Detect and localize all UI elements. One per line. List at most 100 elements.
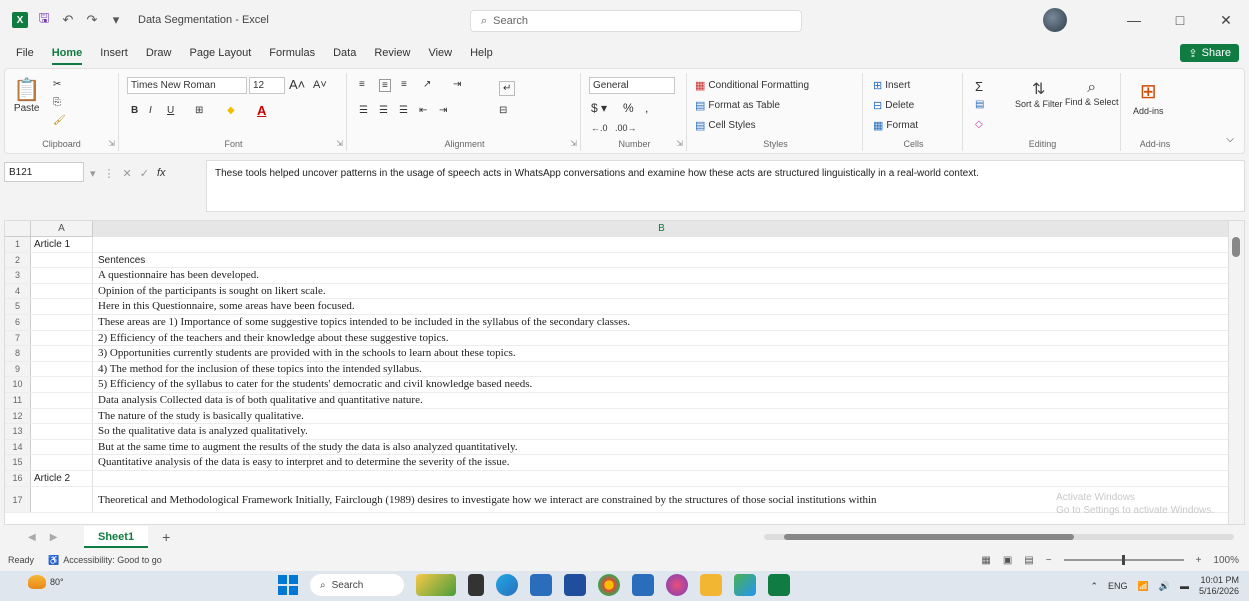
merge-center-icon[interactable]: ⊟ [499,105,507,116]
cell-a[interactable]: Article 1 [31,237,93,252]
cell-a[interactable] [31,283,93,299]
cell-b[interactable]: Quantitative analysis of the data is eas… [93,455,1230,470]
store-icon[interactable] [564,574,586,596]
file-explorer-icon[interactable] [700,574,722,596]
percent-icon[interactable]: % [623,101,634,115]
cell-b[interactable]: A questionnaire has been developed. [93,268,1230,283]
row-header[interactable]: 16 [5,470,31,486]
dialog-launcher-icon[interactable]: ⇲ [570,139,577,148]
vertical-scrollbar[interactable] [1228,221,1244,524]
font-color-icon[interactable]: A [257,103,266,118]
row-header[interactable]: 6 [5,314,31,330]
page-break-view-icon[interactable]: ▤ [1024,555,1033,566]
borders-icon[interactable]: ⊞ [195,105,203,116]
decrease-indent-icon[interactable]: ⇤ [419,105,427,116]
tab-help[interactable]: Help [470,43,493,63]
tab-insert[interactable]: Insert [100,43,128,63]
customize-qat-icon[interactable]: ▾ [108,12,124,28]
addins-button[interactable]: ⊞ Add-ins [1133,79,1164,116]
cell-a[interactable] [31,268,93,283]
align-right-icon[interactable]: ☰ [399,105,408,116]
next-sheet-icon[interactable]: ▶ [50,532,58,543]
insert-cells-button[interactable]: ⊞ Insert [873,79,910,92]
align-middle-icon[interactable]: ≡ [379,79,391,92]
comma-icon[interactable]: , [645,101,648,115]
restore-button[interactable]: □ [1157,0,1203,40]
horizontal-scrollbar[interactable] [764,534,1234,540]
cell-a[interactable] [31,252,93,268]
name-box-dropdown-icon[interactable]: ▾ [90,167,96,180]
name-box[interactable]: B121 [4,162,84,182]
paint-icon[interactable] [734,574,756,596]
underline-icon[interactable]: U [167,105,174,116]
fill-color-icon[interactable]: ◆ [227,105,235,116]
wrap-text-icon[interactable]: ↵ [499,81,516,96]
zoom-out-icon[interactable]: − [1046,555,1052,566]
row-header[interactable]: 4 [5,283,31,299]
tab-view[interactable]: View [428,43,452,63]
formula-input[interactable]: These tools helped uncover patterns in t… [206,160,1245,212]
taskbar-search[interactable]: ⌕ Search [310,574,404,596]
cell-b[interactable]: Data analysis Collected data is of both … [93,393,1230,408]
format-as-table-button[interactable]: ▤ Format as Table [695,99,780,112]
row-header[interactable]: 9 [5,361,31,377]
cell-b[interactable] [93,471,1230,486]
align-center-icon[interactable]: ☰ [379,105,388,116]
teams-icon[interactable] [632,574,654,596]
select-all-button[interactable] [5,221,31,237]
align-bottom-icon[interactable]: ≡ [401,79,407,90]
share-button[interactable]: ⇪ Share [1180,44,1239,62]
paste-button[interactable]: 📋 Paste [13,77,40,114]
horizontal-scroll-thumb[interactable] [784,534,1074,540]
volume-icon[interactable]: 🔊 [1159,581,1170,592]
tab-page-layout[interactable]: Page Layout [189,43,251,63]
language-indicator[interactable]: ENG [1108,581,1128,591]
vertical-scroll-thumb[interactable] [1232,237,1240,257]
add-sheet-button[interactable]: + [162,529,170,545]
save-icon[interactable]: 🖫 [36,10,52,28]
dialog-launcher-icon[interactable]: ⇲ [336,139,343,148]
cell-a[interactable] [31,346,93,361]
cell-a[interactable] [31,314,93,330]
align-top-icon[interactable]: ≡ [359,79,365,90]
row-header[interactable]: 10 [5,377,31,392]
increase-indent-icon[interactable]: ⇥ [439,105,447,116]
normal-view-icon[interactable]: ▦ [981,555,990,566]
row-header[interactable]: 11 [5,392,31,408]
indent-icon[interactable]: ⇥ [453,79,461,90]
orientation-icon[interactable]: ↗ [423,79,431,90]
row-header[interactable]: 7 [5,330,31,346]
sort-filter-button[interactable]: ⇅ Sort & Filter [1015,79,1063,109]
bold-icon[interactable]: B [131,105,138,116]
zoom-slider[interactable] [1063,555,1184,565]
undo-icon[interactable]: ↶ [60,12,76,28]
align-left-icon[interactable]: ☰ [359,105,368,116]
excel-taskbar-icon[interactable] [768,574,790,596]
cell-b[interactable]: 4) The method for the inclusion of these… [93,362,1230,377]
find-select-button[interactable]: ⌕ Find & Select [1065,79,1119,107]
cell-b[interactable]: Opinion of the participants is sought on… [93,284,1230,299]
cell-b[interactable]: These areas are 1) Importance of some su… [93,315,1230,330]
currency-icon[interactable]: $ ▾ [591,101,607,115]
cell-a[interactable] [31,455,93,470]
column-header-b[interactable]: B [93,221,1230,237]
increase-font-icon[interactable]: A˄ [289,77,305,92]
fill-icon[interactable]: ▤ [975,99,984,110]
increase-decimal-icon[interactable]: ←.0 [591,123,608,133]
close-button[interactable]: ✕ [1203,0,1249,40]
row-header[interactable]: 13 [5,424,31,439]
cell-a[interactable] [31,392,93,408]
cell-b[interactable]: But at the same time to augment the resu… [93,440,1230,455]
cell-b[interactable]: Sentences [93,253,1230,268]
cell-a[interactable]: Article 2 [31,470,93,486]
cell-styles-button[interactable]: ▤ Cell Styles [695,119,756,132]
cell-a[interactable] [31,330,93,346]
dialog-launcher-icon[interactable]: ⇲ [676,139,683,148]
spreadsheet-grid[interactable]: A B 1 Article 1 2 Sentences 3 A questionnaire… [4,220,1245,525]
number-format-select[interactable]: General [589,77,675,94]
app-icon[interactable] [666,574,688,596]
start-icon[interactable] [278,575,298,595]
decrease-font-icon[interactable]: A˅ [313,79,327,91]
cell-a[interactable] [31,424,93,439]
cut-icon[interactable]: ✂ [53,79,61,90]
